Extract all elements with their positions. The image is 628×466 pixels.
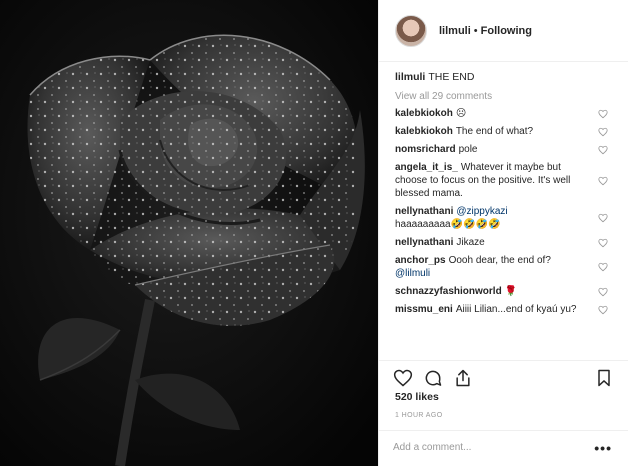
comment: nomsrichard pole	[395, 143, 628, 156]
post-sidebar: lilmuli • Following lilmuli THE END View al…	[378, 0, 628, 466]
heart-icon[interactable]	[598, 305, 608, 315]
comment-username[interactable]: schnazzyfashionworld	[395, 286, 502, 297]
avatar[interactable]	[395, 14, 427, 47]
header-text: lilmuli • Following	[439, 25, 532, 37]
comment-username[interactable]: anchor_ps	[395, 255, 446, 266]
add-comment-input[interactable]	[393, 442, 573, 453]
heart-icon[interactable]	[393, 368, 413, 388]
comment-username[interactable]: angela_it_is_	[395, 162, 458, 173]
heart-icon[interactable]	[598, 176, 608, 186]
caption-username[interactable]: lilmuli	[395, 71, 425, 83]
heart-icon[interactable]	[598, 109, 608, 119]
caption-text: THE END	[428, 71, 475, 83]
author-username[interactable]: lilmuli	[439, 25, 471, 37]
comment-username[interactable]: kalebkiokoh	[395, 108, 453, 119]
share-icon[interactable]	[453, 368, 473, 388]
post-header: lilmuli • Following	[379, 0, 628, 62]
post-timestamp: 1 HOUR AGO	[395, 412, 443, 419]
add-comment-bar: •••	[379, 430, 628, 466]
heart-icon[interactable]	[598, 262, 608, 272]
comment: kalebkiokoh ☹	[395, 107, 628, 120]
comment: nellynathani @zippykazi haaaaaaaaa🤣🤣🤣🤣	[395, 205, 628, 231]
comment: missmu_eni Aiiii Lilian...end of kyaú yu?	[395, 303, 628, 316]
comment-username[interactable]: nomsrichard	[395, 144, 456, 155]
comment: angela_it_is_ Whatever it maybe but choos…	[395, 161, 628, 200]
comment-text: Oooh dear, the end of?	[448, 255, 551, 266]
comment-username[interactable]: nellynathani	[395, 206, 453, 217]
heart-icon[interactable]	[598, 238, 608, 248]
follow-status[interactable]: Following	[481, 25, 532, 37]
bookmark-icon[interactable]	[594, 368, 614, 388]
action-bar	[379, 360, 628, 394]
comment: schnazzyfashionworld 🌹	[395, 285, 628, 298]
heart-icon[interactable]	[598, 213, 608, 223]
comment-text: pole	[458, 144, 478, 155]
view-all-comments-link[interactable]: View all 29 comments	[395, 91, 628, 102]
comment-text: haaaaaaaaa🤣🤣🤣🤣	[395, 219, 501, 230]
comment: kalebkiokoh The end of what?	[395, 125, 628, 138]
likes-count[interactable]: 520 likes	[395, 391, 439, 403]
post-image[interactable]	[0, 0, 378, 466]
heart-icon[interactable]	[598, 127, 608, 137]
caption: lilmuli THE END	[395, 70, 628, 84]
comment-username[interactable]: kalebkiokoh	[395, 126, 453, 137]
comment-icon[interactable]	[423, 368, 443, 388]
comment-text: 🌹	[504, 286, 518, 297]
comment-mention[interactable]: @lilmuli	[395, 268, 430, 279]
comment-mention[interactable]: @zippykazi	[456, 206, 507, 217]
comment: nellynathani Jikaze	[395, 236, 628, 249]
instagram-post: lilmuli • Following lilmuli THE END View al…	[0, 0, 628, 466]
comment-text: The end of what?	[455, 126, 534, 137]
black-rose-image	[0, 0, 378, 466]
heart-icon[interactable]	[598, 287, 608, 297]
comment-text: ☹	[455, 108, 467, 119]
separator-dot: •	[473, 24, 478, 37]
comments-list[interactable]: lilmuli THE END View all 29 comments kale…	[395, 66, 628, 358]
comment: anchor_ps Oooh dear, the end of? @lilmuli	[395, 254, 628, 280]
comment-username[interactable]: nellynathani	[395, 237, 453, 248]
comment-text: Jikaze	[456, 237, 485, 248]
comment-username[interactable]: missmu_eni	[395, 304, 453, 315]
heart-icon[interactable]	[598, 145, 608, 155]
comment-text: Aiiii Lilian...end of kyaú yu?	[455, 304, 577, 315]
more-options-icon[interactable]: •••	[594, 440, 612, 456]
